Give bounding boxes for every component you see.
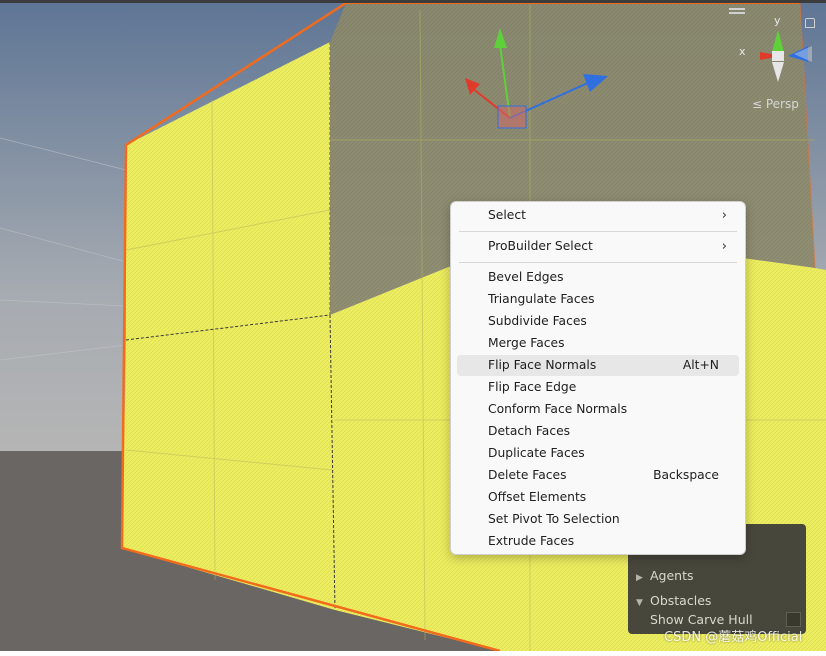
menu-item-shortcut: Backspace <box>653 468 719 482</box>
chevron-right-icon: ▶ <box>636 573 643 583</box>
menu-item-set-pivot-to-selection[interactable]: Set Pivot To Selection <box>457 509 739 530</box>
menu-item-conform-face-normals[interactable]: Conform Face Normals <box>457 399 739 420</box>
menu-item-label: Flip Face Normals <box>488 358 597 372</box>
menu-item-label: Detach Faces <box>488 424 571 438</box>
lock-icon[interactable] <box>805 18 815 28</box>
menu-item-extrude-faces[interactable]: Extrude Faces <box>457 531 739 552</box>
menu-separator <box>459 262 737 263</box>
menu-item-label: Flip Face Edge <box>488 380 577 394</box>
menu-item-label: Triangulate Faces <box>488 292 595 306</box>
menu-item-flip-face-edge[interactable]: Flip Face Edge <box>457 377 739 398</box>
menu-item-label: ProBuilder Select <box>488 239 593 253</box>
menu-item-label: Merge Faces <box>488 336 565 350</box>
context-menu: Select › ProBuilder Select › Bevel Edges… <box>450 201 746 555</box>
menu-item-label: Select <box>488 208 526 222</box>
menu-item-label: Bevel Edges <box>488 270 564 284</box>
menu-item-label: Delete Faces <box>488 468 567 482</box>
menu-item-label: Offset Elements <box>488 490 587 504</box>
chevron-right-icon: › <box>721 208 727 223</box>
orient-y-label: y <box>774 14 781 27</box>
menu-item-merge-faces[interactable]: Merge Faces <box>457 333 739 354</box>
menu-icon[interactable] <box>729 8 745 16</box>
nav-agents-foldout[interactable]: ▶ Agents <box>636 568 694 583</box>
menu-item-offset-elements[interactable]: Offset Elements <box>457 487 739 508</box>
menu-item-label: Duplicate Faces <box>488 446 585 460</box>
persp-toggle[interactable]: ≤ Persp <box>752 97 799 111</box>
chevron-down-icon: ▼ <box>636 598 643 608</box>
gizmo-plane-handle[interactable] <box>497 105 527 129</box>
menu-item-label: Conform Face Normals <box>488 402 628 416</box>
menu-item-duplicate-faces[interactable]: Duplicate Faces <box>457 443 739 464</box>
menu-item-label: Set Pivot To Selection <box>488 512 620 526</box>
menu-item-label: Subdivide Faces <box>488 314 587 328</box>
menu-item-flip-face-normals[interactable]: Flip Face Normals Alt+N <box>457 355 739 376</box>
menu-item-label: Extrude Faces <box>488 534 575 548</box>
menu-item-delete-faces[interactable]: Delete Faces Backspace <box>457 465 739 486</box>
viewport-top-bar <box>0 0 826 3</box>
menu-item-select[interactable]: Select › <box>457 205 739 226</box>
orient-center-cube[interactable] <box>772 51 784 61</box>
menu-item-bevel-edges[interactable]: Bevel Edges <box>457 267 739 288</box>
menu-item-triangulate-faces[interactable]: Triangulate Faces <box>457 289 739 310</box>
menu-item-subdivide-faces[interactable]: Subdivide Faces <box>457 311 739 332</box>
show-carve-hull-checkbox[interactable] <box>786 612 801 627</box>
nav-obstacles-label: Obstacles <box>650 593 712 608</box>
nav-obstacles-foldout[interactable]: ▼ Obstacles <box>636 593 711 608</box>
scene-view[interactable]: y x ≤ Persp ▶ Agents ▼ Obstacles Show Carv… <box>0 0 826 653</box>
nav-show-carve-hull-label: Show Carve Hull <box>650 612 753 627</box>
menu-separator <box>459 231 737 232</box>
menu-item-detach-faces[interactable]: Detach Faces <box>457 421 739 442</box>
watermark: CSDN @蘑菇鸡Official <box>664 630 803 645</box>
menu-item-probuilder-select[interactable]: ProBuilder Select › <box>457 236 739 257</box>
menu-item-shortcut: Alt+N <box>682 358 719 372</box>
nav-agents-label: Agents <box>650 568 694 583</box>
orient-x-label: x <box>739 45 746 58</box>
chevron-right-icon: › <box>721 239 727 254</box>
